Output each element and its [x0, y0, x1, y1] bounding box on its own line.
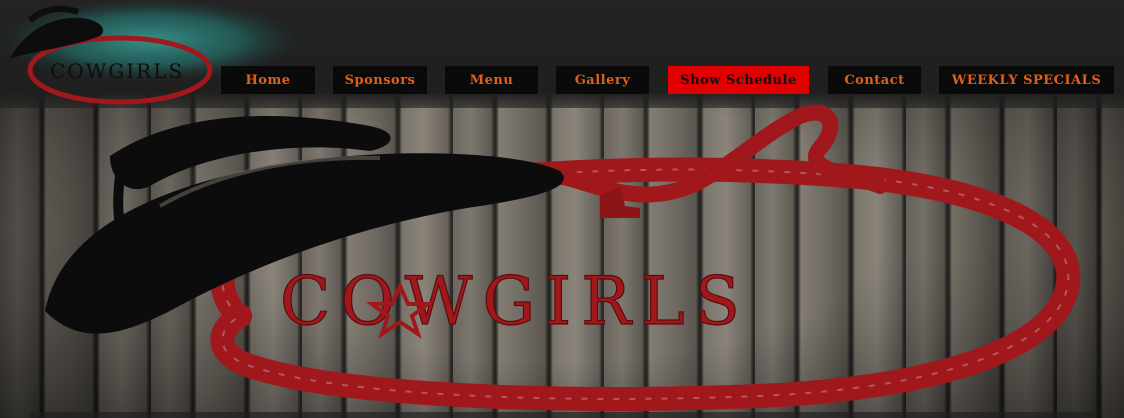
- nav-weekly-specials[interactable]: WEEKLY SPECIALS: [939, 66, 1114, 94]
- bottom-divider: [30, 412, 1094, 418]
- nav-home[interactable]: Home: [221, 66, 315, 94]
- nav-gallery[interactable]: Gallery: [556, 66, 649, 94]
- nav-sponsors[interactable]: Sponsors: [333, 66, 427, 94]
- header-logo-text: COWGIRLS: [50, 59, 184, 83]
- nav-show-schedule[interactable]: Show Schedule: [668, 66, 809, 94]
- hero-logo-text: COWGIRLS: [280, 263, 750, 340]
- nav-menu[interactable]: Menu: [445, 66, 538, 94]
- nav-contact[interactable]: Contact: [828, 66, 921, 94]
- page: COWGIRLS Home Sponsors Menu Gallery Show…: [0, 0, 1124, 418]
- hero-logo: COWGIRLS: [45, 104, 1081, 411]
